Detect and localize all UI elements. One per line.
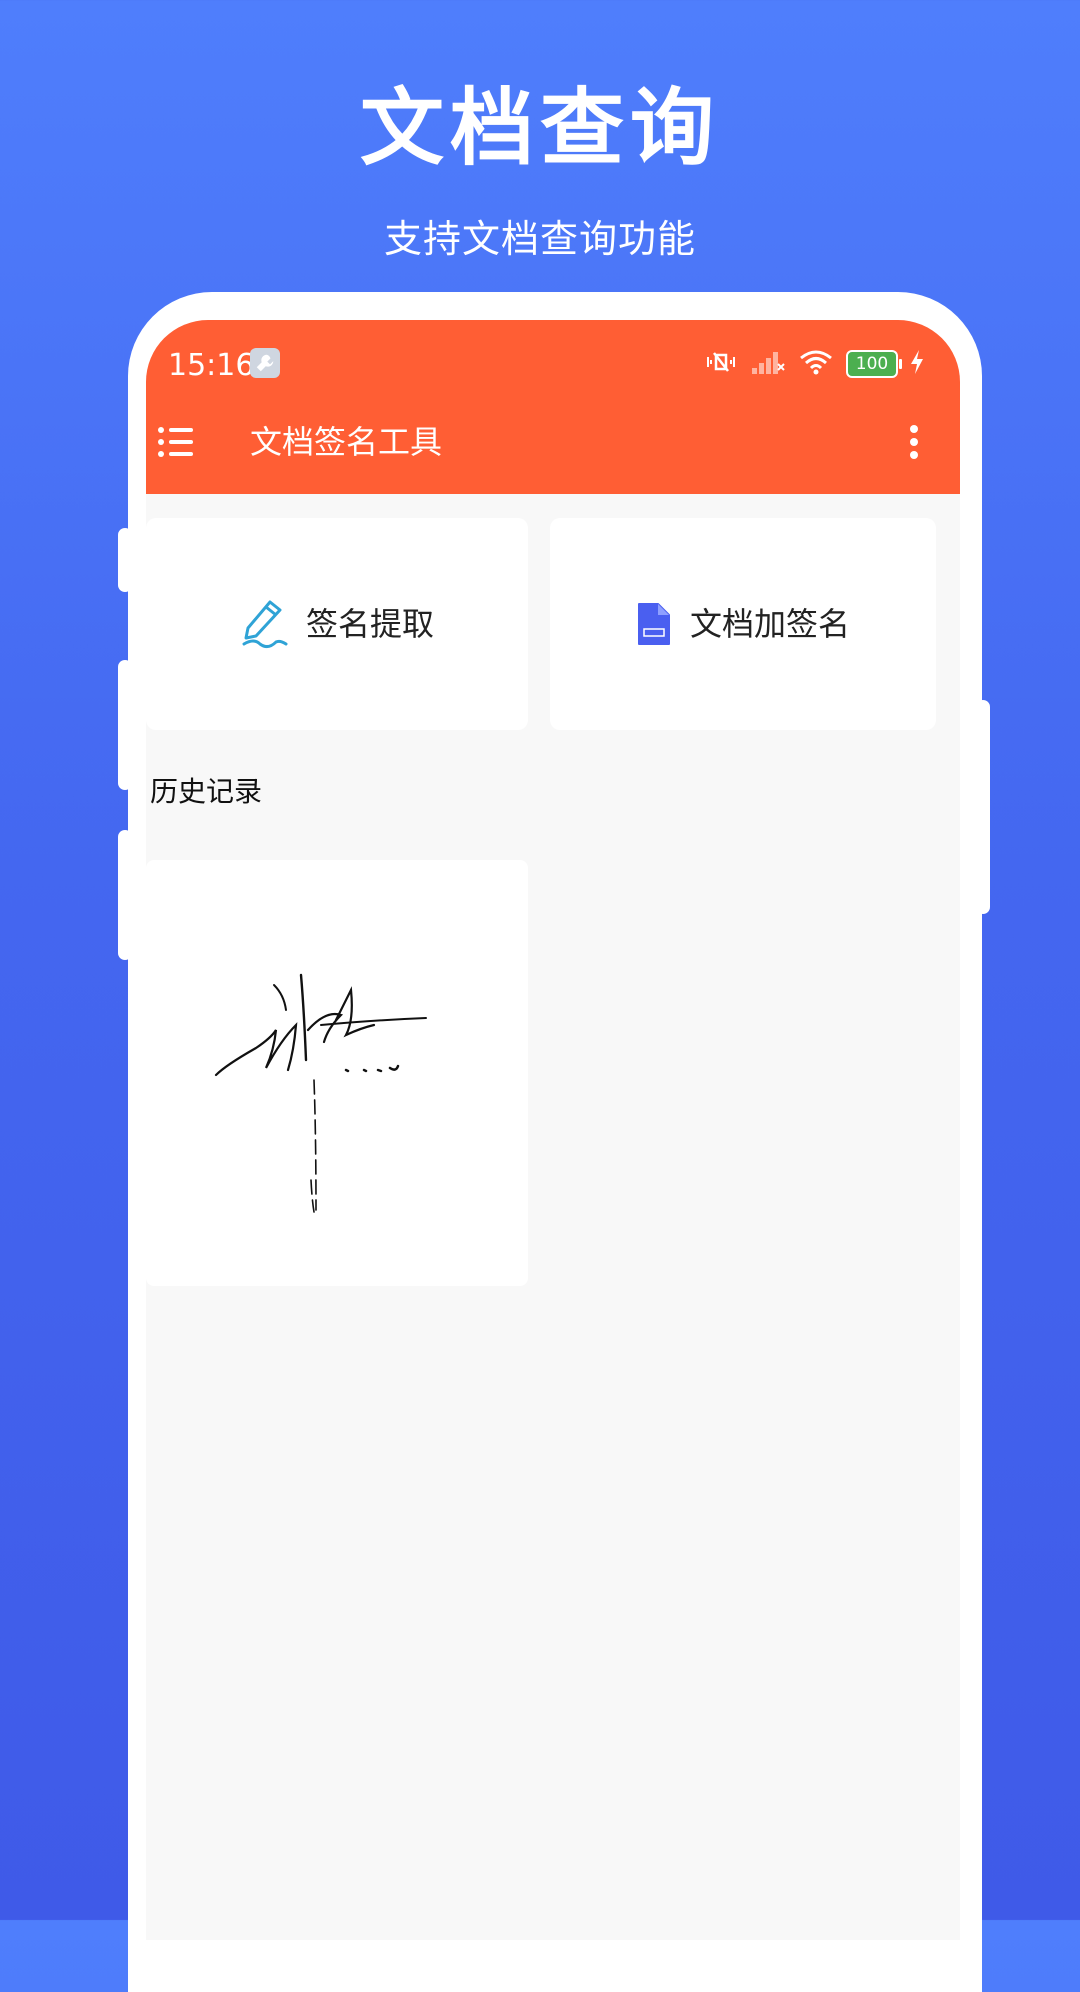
status-icons: 100 [704, 344, 924, 384]
charging-icon [910, 349, 924, 379]
app-title: 文档签名工具 [250, 423, 443, 461]
status-time: 15:16 [168, 348, 255, 383]
signature-thumbnail [214, 973, 427, 1213]
extract-signature-card[interactable]: 签名提取 [146, 518, 528, 730]
list-menu-icon [158, 427, 193, 457]
vibrate-mute-icon [704, 347, 738, 381]
battery-level: 100 [855, 354, 889, 374]
wrench-icon [250, 348, 280, 378]
more-options-button[interactable] [908, 424, 920, 460]
phone-side-button [976, 700, 990, 914]
promo-title: 文档查询 [359, 79, 720, 177]
add-signature-card[interactable]: 文档加签名 [550, 518, 936, 730]
battery-icon: 100 [846, 350, 902, 378]
extract-signature-label: 签名提取 [305, 605, 434, 643]
add-signature-label: 文档加签名 [689, 605, 850, 643]
history-signature-item[interactable] [146, 860, 528, 1286]
phone-side-button [118, 660, 132, 790]
signal-icon [750, 348, 786, 380]
menu-button[interactable] [156, 422, 196, 462]
more-vertical-icon [910, 425, 918, 459]
history-title: 历史记录 [150, 775, 263, 808]
promo-subtitle: 支持文档查询功能 [383, 217, 696, 261]
phone-screen: 15:16 100 文档签名工具 签名提取 文档加签名 历史记录 [146, 320, 960, 1940]
wifi-icon [798, 348, 834, 380]
phone-side-button [118, 528, 132, 592]
pen-signature-icon [242, 600, 288, 649]
app-bar: 15:16 100 文档签名工具 [146, 320, 960, 494]
phone-side-button [118, 830, 132, 960]
document-icon [637, 603, 670, 645]
